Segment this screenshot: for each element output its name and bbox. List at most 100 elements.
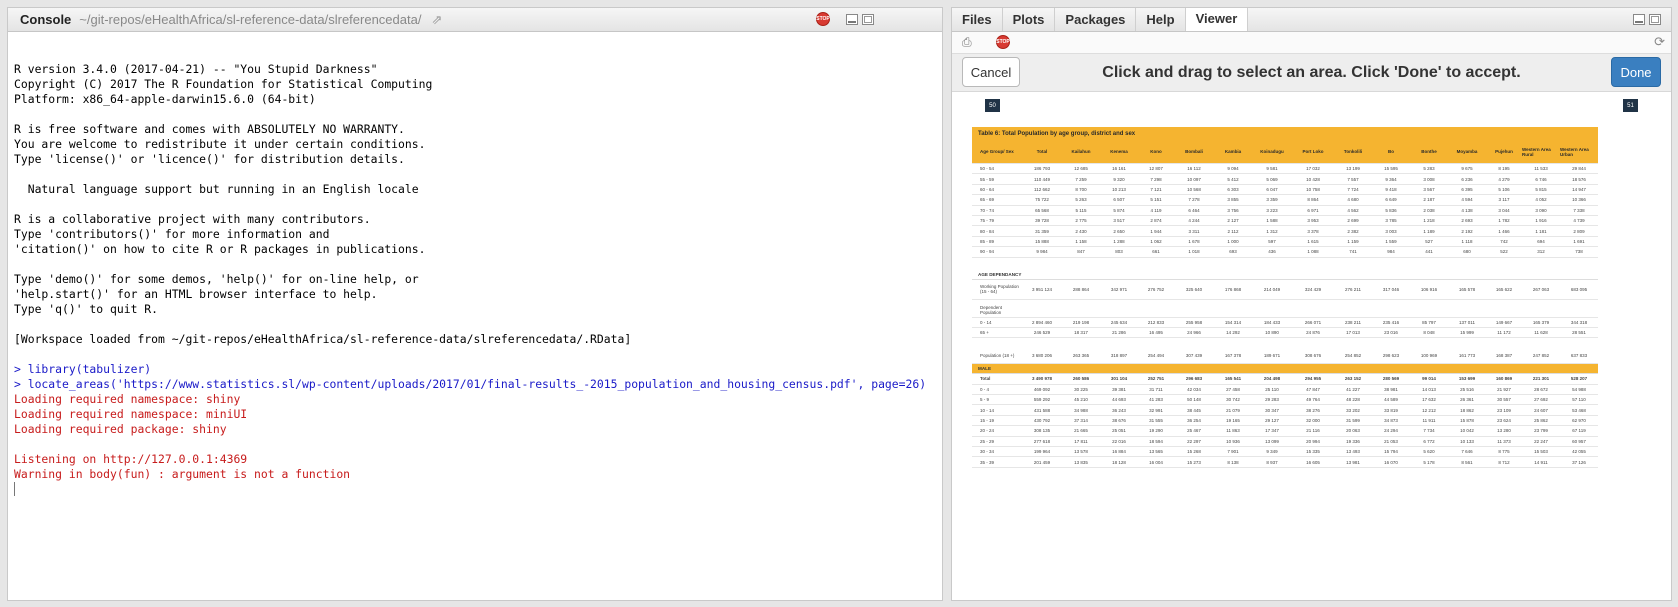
table-cell: 741 [1349, 249, 1357, 255]
table-cell: Port Loko [1292, 140, 1334, 163]
table-cell: 10 366 [1572, 197, 1586, 203]
table-cell: 7 557 [1347, 176, 1359, 182]
table-cell: 15 - 19 [980, 418, 995, 424]
cancel-button[interactable]: Cancel [962, 57, 1020, 87]
minimize-pane-button[interactable] [1633, 14, 1645, 25]
refresh-icon[interactable]: ⟳ [1654, 34, 1665, 50]
table-cell: 65 - 69 [980, 197, 995, 203]
table-cell: 184 433 [1263, 319, 1281, 325]
go-to-directory-icon[interactable]: ⇗ [431, 12, 442, 28]
console-line: [Workspace loaded from ~/git-repos/eHeal… [14, 332, 632, 346]
table-row: 15 - 19 430 792 37 314 38 676 31 555 36 254 19… [972, 416, 1598, 427]
table-cell: 35 - 39 [980, 459, 995, 465]
table-cell: 6 395 [1461, 186, 1473, 192]
table-cell: 246 529 [1033, 330, 1051, 336]
table-cell: 11 863 [1226, 428, 1240, 434]
table-cell: 5 836 [1385, 207, 1397, 213]
table-cell: 18 862 [1460, 407, 1474, 413]
table-cell: 11 172 [1497, 330, 1511, 336]
table-cell: 1 588 [1266, 218, 1278, 224]
table-cell: 318 897 [1110, 353, 1128, 359]
table-cell: 13 099 [1265, 438, 1279, 444]
table-cell: 7 734 [1423, 428, 1435, 434]
pdf-table: Age Group/ Sex Total Kailahun Kenema Kono Bom… [972, 140, 1598, 468]
table-cell: 42 034 [1187, 386, 1201, 392]
table-cell: 266 071 [1304, 319, 1322, 325]
table-cell: 17 347 [1265, 428, 1279, 434]
stop-icon[interactable]: STOP [816, 12, 830, 26]
table-cell: 260 586 [1072, 376, 1090, 382]
table-cell: 469 092 [1033, 386, 1051, 392]
table-cell: 247 852 [1532, 353, 1550, 359]
table-cell: 6 464 [1188, 207, 1200, 213]
table-cell: 10 097 [1187, 176, 1201, 182]
pdf-page-image[interactable]: Table 6: Total Population by age group, … [972, 127, 1598, 497]
table-cell: 3 855 [1227, 197, 1239, 203]
table-cell: 8 937 [1266, 459, 1278, 465]
table-cell: 8 712 [1498, 459, 1510, 465]
table-cell: 212 833 [1147, 319, 1165, 325]
table-cell: 65 568 [1035, 207, 1049, 213]
table-cell: 25 051 [1112, 428, 1126, 434]
table-cell: 21 079 [1226, 407, 1240, 413]
table-cell: 15 268 [1187, 449, 1201, 455]
table-cell: 15 794 [1384, 449, 1398, 455]
table-cell: 3 951 124 [1031, 286, 1053, 292]
table-cell: 55 - 59 [980, 176, 995, 182]
page-number-left: 50 [985, 99, 1000, 112]
maximize-pane-button[interactable] [1649, 14, 1661, 25]
tab-help[interactable]: Help [1136, 8, 1186, 31]
table-cell: 325 640 [1185, 286, 1203, 292]
table-cell: 4 052 [1535, 197, 1547, 203]
table-cell: 1 118 [1461, 238, 1473, 244]
table-cell: 4 594 [1461, 197, 1473, 203]
maximize-pane-button[interactable] [862, 14, 874, 25]
table-cell: 28 551 [1572, 330, 1586, 336]
table-cell: 8 700 [1075, 186, 1087, 192]
table-cell: 45 210 [1074, 397, 1088, 403]
table-cell: 301 104 [1110, 376, 1128, 382]
table-cell: 5 178 [1423, 459, 1435, 465]
table-cell: 27 458 [1226, 386, 1240, 392]
table-cell: 267 063 [1532, 286, 1550, 292]
table-cell: 9 675 [1461, 166, 1473, 172]
table-cell: 25 467 [1187, 428, 1201, 434]
table-row: 70 - 74 65 568 5 115 5 874 4 119 6 464 3 756 3 … [972, 206, 1598, 216]
tab-packages[interactable]: Packages [1055, 8, 1137, 31]
table-section-label: MALE [972, 364, 1598, 375]
table-cell: 85 797 [1422, 319, 1436, 325]
table-cell: 1 088 [1307, 249, 1319, 255]
console-line: Type 'contributors()' for more informati… [14, 227, 330, 241]
done-button[interactable]: Done [1611, 57, 1661, 87]
table-cell: 12 807 [1149, 166, 1163, 172]
stop-icon[interactable]: STOP [996, 35, 1010, 49]
export-icon[interactable]: ⎙ [962, 35, 972, 50]
table-cell: 186 793 [1033, 166, 1051, 172]
minimize-pane-button[interactable] [846, 14, 858, 25]
table-cell: 6 746 [1535, 176, 1547, 182]
table-cell: 38 276 [1306, 407, 1320, 413]
table-cell: 36 254 [1187, 418, 1201, 424]
table-cell: 8 195 [1498, 166, 1510, 172]
console-line: Natural language support but running in … [14, 182, 419, 196]
table-cell: 13 280 [1497, 428, 1511, 434]
table-cell: 36 243 [1112, 407, 1126, 413]
table-cell: Moyamba [1448, 140, 1486, 163]
tab-files[interactable]: Files [952, 8, 1003, 31]
table-cell: Working Population (15 - 64) [980, 284, 1019, 295]
table-cell: 7 901 [1227, 449, 1239, 455]
console-output[interactable]: R version 3.4.0 (2017-04-21) -- "You Stu… [8, 32, 942, 496]
tab-plots[interactable]: Plots [1003, 8, 1056, 31]
table-cell: 20 - 24 [980, 428, 995, 434]
table-cell: 65 + [980, 330, 989, 336]
table-cell: 137 011 [1459, 319, 1475, 325]
table-cell: 21 053 [1384, 438, 1398, 444]
table-cell: 14 911 [1534, 459, 1548, 465]
tab-viewer[interactable]: Viewer [1185, 8, 1249, 31]
table-cell: 3 756 [1227, 207, 1239, 213]
table-cell: 21 286 [1112, 330, 1126, 336]
table-cell: 30 557 [1497, 397, 1511, 403]
table-cell: 1 181 [1535, 228, 1547, 234]
table-cell: 13 199 [1346, 166, 1360, 172]
